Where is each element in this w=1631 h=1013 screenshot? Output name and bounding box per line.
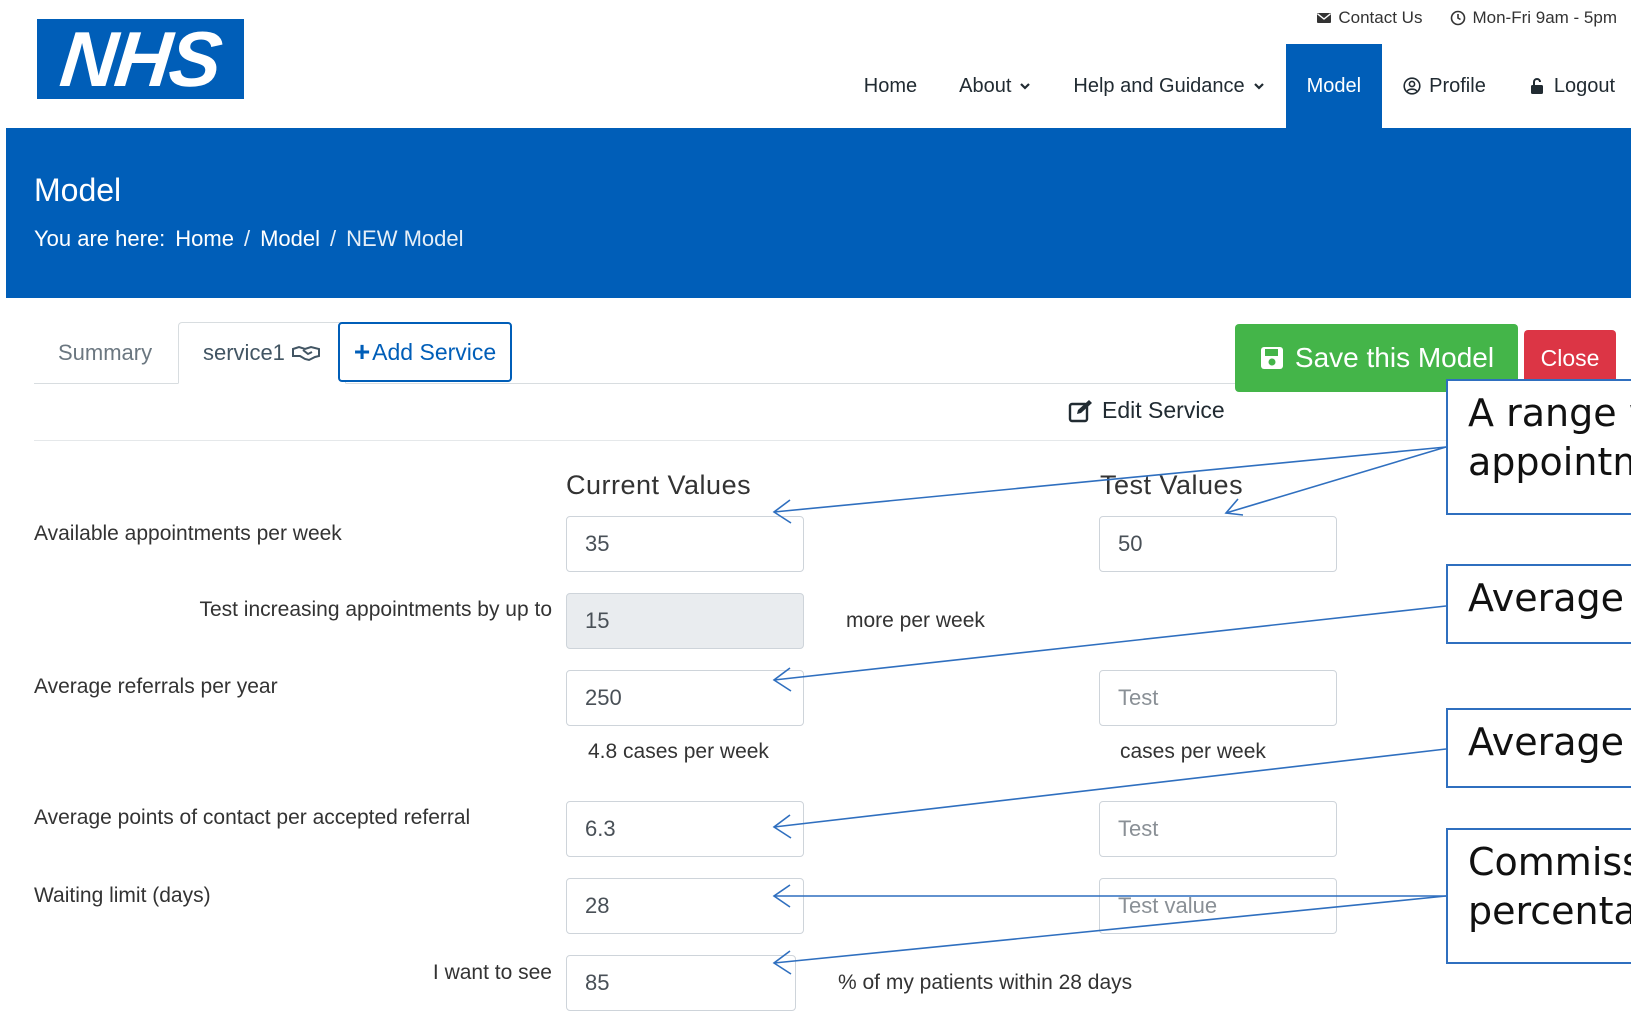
callout-line: A range w bbox=[1468, 391, 1631, 435]
breadcrumb-prefix: You are here: bbox=[34, 226, 166, 251]
appointments-current-input[interactable] bbox=[566, 516, 804, 572]
nav-model-label: Model bbox=[1306, 74, 1362, 97]
edit-service-link[interactable]: Edit Service bbox=[1068, 397, 1225, 424]
add-service-label: Add Service bbox=[372, 338, 497, 365]
edit-icon bbox=[1068, 399, 1092, 422]
nav-about[interactable]: About bbox=[938, 44, 1052, 128]
waiting-limit-label: Waiting limit (days) bbox=[34, 884, 211, 907]
arrow-line bbox=[1225, 446, 1447, 514]
tab-service1-label: service1 bbox=[203, 340, 285, 365]
callout-referrals: Average r bbox=[1446, 564, 1631, 644]
nav-logout-label: Logout bbox=[1553, 74, 1615, 97]
breadcrumb-separator: / bbox=[330, 226, 337, 251]
top-utility-bar: Contact Us Mon-Fri 9am - 5pm bbox=[1316, 8, 1617, 28]
nhs-logo[interactable]: NHS bbox=[34, 15, 247, 103]
nav-about-label: About bbox=[959, 74, 1012, 97]
breadcrumb-current: NEW Model bbox=[346, 226, 464, 251]
nav-help-guidance[interactable]: Help and Guidance bbox=[1052, 44, 1285, 128]
tab-summary-label: Summary bbox=[58, 340, 153, 365]
nav-profile[interactable]: Profile bbox=[1382, 44, 1507, 128]
breadcrumb: You are here: Home / Model / NEW Model bbox=[34, 226, 464, 252]
referrals-test-note: cases per week bbox=[1120, 740, 1266, 763]
callout-line: percenta bbox=[1468, 889, 1631, 934]
envelope-icon bbox=[1317, 13, 1332, 23]
appointments-test-input[interactable] bbox=[1099, 516, 1337, 572]
appointments-label: Available appointments per week bbox=[34, 522, 342, 545]
referrals-current-input[interactable] bbox=[566, 670, 804, 726]
user-circle-icon bbox=[1403, 77, 1421, 95]
target-label: I want to see bbox=[432, 961, 552, 984]
contacts-test-input[interactable] bbox=[1099, 801, 1337, 857]
contacts-current-input[interactable] bbox=[566, 801, 804, 857]
referrals-test-input[interactable] bbox=[1099, 670, 1337, 726]
increase-appointments-input[interactable] bbox=[566, 593, 804, 649]
page-banner: Model You are here: Home / Model / NEW M… bbox=[6, 128, 1631, 298]
contact-us-link[interactable]: Contact Us bbox=[1316, 8, 1422, 28]
tab-summary[interactable]: Summary bbox=[34, 322, 176, 384]
close-button[interactable]: Close bbox=[1524, 330, 1616, 386]
waiting-limit-test-input[interactable] bbox=[1099, 878, 1337, 934]
nav-home[interactable]: Home bbox=[843, 44, 938, 128]
breadcrumb-model[interactable]: Model bbox=[260, 226, 320, 252]
nav-model[interactable]: Model bbox=[1285, 44, 1383, 128]
clock-icon bbox=[1451, 10, 1466, 26]
main-navigation: Home About Help and Guidance Model Profi… bbox=[843, 44, 1631, 128]
callout-appointments-range: A range w appointm bbox=[1446, 379, 1631, 515]
section-divider bbox=[34, 440, 1614, 441]
referrals-label: Average referrals per year bbox=[34, 675, 278, 698]
target-percent-input[interactable] bbox=[566, 955, 796, 1011]
breadcrumb-home[interactable]: Home bbox=[175, 226, 234, 252]
nav-home-label: Home bbox=[863, 74, 918, 97]
contact-us-label: Contact Us bbox=[1338, 8, 1423, 27]
page-title: Model bbox=[34, 172, 122, 208]
close-label: Close bbox=[1540, 344, 1600, 371]
waiting-limit-current-input[interactable] bbox=[566, 878, 804, 934]
opening-hours: Mon-Fri 9am - 5pm bbox=[1450, 8, 1617, 28]
add-service-button[interactable]: + Add Service bbox=[338, 322, 512, 382]
referrals-current-note: 4.8 cases per week bbox=[588, 740, 769, 763]
arrow-head bbox=[1224, 498, 1244, 516]
chevron-down-icon bbox=[1020, 83, 1031, 90]
breadcrumb-separator: / bbox=[243, 226, 251, 251]
increase-appointments-label: Test increasing appointments by up to bbox=[199, 598, 552, 621]
save-model-label: Save this Model bbox=[1294, 342, 1495, 373]
nav-profile-label: Profile bbox=[1429, 74, 1486, 97]
opening-hours-label: Mon-Fri 9am - 5pm bbox=[1472, 8, 1617, 27]
callout-line: Average r bbox=[1468, 576, 1631, 620]
chevron-down-icon bbox=[1253, 83, 1264, 90]
target-suffix: % of my patients within 28 days bbox=[838, 971, 1133, 994]
nav-logout[interactable]: Logout bbox=[1507, 44, 1631, 128]
tab-service1[interactable]: service1 bbox=[178, 322, 346, 384]
test-values-header: Test Values bbox=[1100, 470, 1244, 500]
increase-suffix: more per week bbox=[846, 609, 985, 632]
contacts-label: Average points of contact per accepted r… bbox=[34, 806, 471, 829]
callout-line: appointm bbox=[1468, 440, 1631, 485]
nav-help-label: Help and Guidance bbox=[1073, 74, 1245, 97]
callout-line: Commissi bbox=[1468, 840, 1631, 884]
edit-service-label: Edit Service bbox=[1102, 397, 1225, 423]
floppy-disk-icon bbox=[1260, 347, 1283, 369]
callout-line: Average p bbox=[1468, 720, 1631, 764]
callout-commissioning: Commissi percenta bbox=[1446, 828, 1631, 964]
current-values-header: Current Values bbox=[566, 470, 752, 500]
unlock-icon bbox=[1530, 78, 1543, 94]
logo-text: NHS bbox=[56, 15, 225, 103]
plus-icon: + bbox=[353, 336, 371, 367]
handshake-icon bbox=[291, 345, 320, 362]
callout-contacts: Average p bbox=[1446, 708, 1631, 788]
